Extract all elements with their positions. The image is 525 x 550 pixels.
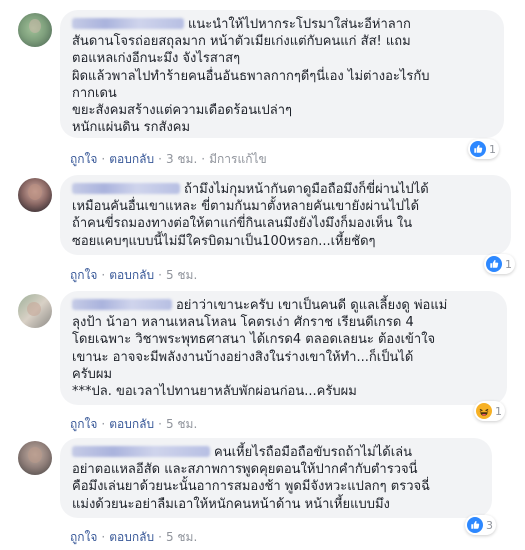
timestamp[interactable]: 5 ชม.	[166, 268, 197, 282]
comment-bubble: คนเหี้ยไรถือมือถือขับรถถ้าไม่ได้เล่น อย่…	[60, 438, 492, 518]
reaction-number: 1	[505, 257, 512, 271]
avatar[interactable]	[18, 294, 52, 328]
timestamp[interactable]: 3 ชม.	[166, 152, 197, 166]
author-name[interactable]	[72, 18, 184, 29]
reply-button[interactable]: ตอบกลับ	[109, 268, 154, 282]
reply-button[interactable]: ตอบกลับ	[109, 417, 154, 431]
author-name[interactable]	[72, 446, 210, 457]
reaction-number: 1	[495, 404, 502, 418]
reaction-count[interactable]: 1	[474, 401, 505, 421]
timestamp[interactable]: 5 ชม.	[166, 417, 197, 431]
like-icon	[467, 517, 483, 533]
comment-text: แนะนำให้ไปหากระโปรมาใส่นะอีห่าลาก สันดาน…	[72, 17, 430, 136]
like-button[interactable]: ถูกใจ	[70, 530, 97, 544]
like-icon	[486, 256, 502, 272]
reaction-count[interactable]: 3	[465, 515, 496, 535]
like-icon	[470, 141, 486, 157]
reply-button[interactable]: ตอบกลับ	[109, 530, 154, 544]
comment-bubble: ถ้ามึงไม่กุมหน้ากันตาดูมือถือมึงก็ขี่ผ่า…	[60, 175, 511, 255]
comment-text: คนเหี้ยไรถือมือถือขับรถถ้าไม่ได้เล่น อย่…	[72, 445, 430, 512]
haha-icon	[476, 403, 492, 419]
author-name[interactable]	[72, 299, 172, 310]
avatar[interactable]	[18, 13, 52, 47]
avatar[interactable]	[18, 178, 52, 212]
like-button[interactable]: ถูกใจ	[70, 268, 97, 282]
reaction-number: 3	[486, 518, 493, 532]
comment-actions: ถูกใจ · ตอบกลับ · 3 ชม. · มีการแก้ไข	[70, 152, 267, 166]
comment-bubble: อย่าว่าเขานะครับ เขาเป็นคนดี ดูแลเลี้ยงด…	[60, 291, 507, 405]
reaction-count[interactable]: 1	[468, 139, 499, 159]
comment-text: ถ้ามึงไม่กุมหน้ากันตาดูมือถือมึงก็ขี่ผ่า…	[72, 182, 429, 249]
comment-bubble: แนะนำให้ไปหากระโปรมาใส่นะอีห่าลาก สันดาน…	[60, 10, 504, 138]
timestamp[interactable]: 5 ชม.	[166, 530, 197, 544]
reaction-count[interactable]: 1	[484, 254, 515, 274]
comment-actions: ถูกใจ · ตอบกลับ · 5 ชม.	[70, 530, 198, 544]
like-button[interactable]: ถูกใจ	[70, 417, 97, 431]
like-button[interactable]: ถูกใจ	[70, 152, 97, 166]
author-name[interactable]	[72, 183, 180, 194]
comment-text: อย่าว่าเขานะครับ เขาเป็นคนดี ดูแลเลี้ยงด…	[72, 298, 448, 400]
avatar[interactable]	[18, 441, 52, 475]
comment-actions: ถูกใจ · ตอบกลับ · 5 ชม.	[70, 417, 198, 431]
reply-button[interactable]: ตอบกลับ	[109, 152, 154, 166]
reaction-number: 1	[489, 142, 496, 156]
edited-label[interactable]: มีการแก้ไข	[209, 152, 267, 166]
comment-actions: ถูกใจ · ตอบกลับ · 5 ชม.	[70, 268, 198, 282]
